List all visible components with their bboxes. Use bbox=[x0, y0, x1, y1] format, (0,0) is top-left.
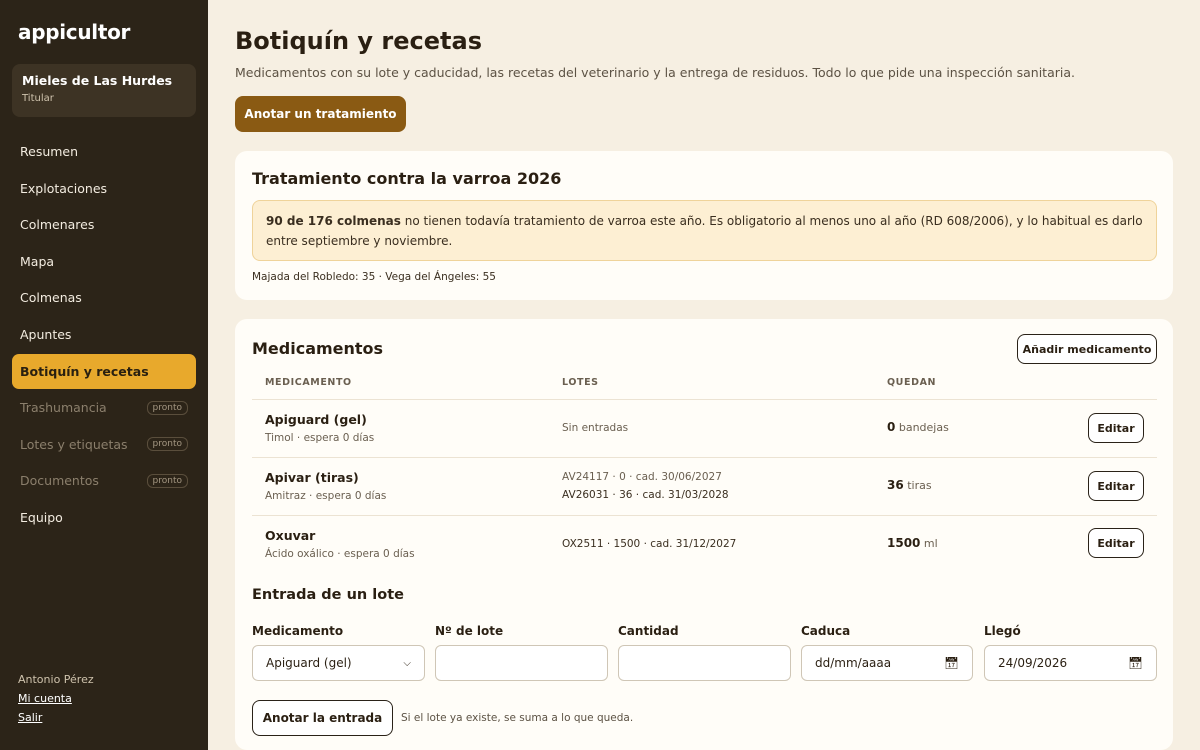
quantity-field-label: Cantidad bbox=[618, 624, 679, 638]
medicine-remaining: 0 bandejas bbox=[887, 420, 949, 434]
medicine-remaining: 36 tiras bbox=[887, 478, 932, 492]
sidebar-item-apuntes[interactable]: Apuntes bbox=[12, 317, 196, 352]
app-logo[interactable]: appicultor bbox=[18, 20, 130, 44]
coming-soon-badge: pronto bbox=[146, 400, 188, 415]
sidebar: appicultor Mieles de Las Hurdes Titular … bbox=[0, 0, 208, 750]
sidebar-item-label: Mapa bbox=[20, 253, 55, 269]
sidebar-item-botiquin[interactable]: Botiquín y recetas bbox=[12, 353, 196, 389]
remaining-unit: ml bbox=[923, 537, 938, 550]
medicine-name: Apiguard (gel) bbox=[265, 412, 367, 427]
sidebar-item-explotaciones[interactable]: Explotaciones bbox=[12, 171, 196, 206]
arrived-field-label: Llegó bbox=[984, 624, 1021, 638]
sidebar-item-label: Explotaciones bbox=[20, 180, 108, 196]
sidebar-item-label: Colmenas bbox=[20, 290, 82, 306]
sidebar-item-label: Botiquín y recetas bbox=[20, 363, 149, 379]
organization-role: Titular bbox=[22, 93, 54, 104]
lot-number-input[interactable] bbox=[435, 645, 608, 681]
edit-medicine-button[interactable]: Editar bbox=[1088, 413, 1144, 443]
remaining-quantity: 0 bbox=[887, 420, 896, 434]
varroa-title: Tratamiento contra la varroa 2026 bbox=[252, 169, 562, 188]
medicine-detail: Ácido oxálico · espera 0 días bbox=[265, 548, 415, 560]
varroa-alert: 90 de 176 colmenas no tienen todavía tra… bbox=[252, 200, 1157, 261]
user-name: Antonio Pérez bbox=[18, 673, 94, 686]
column-header-lots: LOTES bbox=[562, 377, 599, 388]
sidebar-item-label: Colmenares bbox=[20, 217, 95, 233]
table-row: Apiguard (gel) Timol · espera 0 días Sin… bbox=[252, 400, 1157, 458]
medicine-lots: Sin entradas bbox=[562, 419, 628, 437]
arrived-date-input[interactable]: 24/09/2026 📅︎ bbox=[984, 645, 1157, 681]
sidebar-item-trashumancia: Trashumancia pronto bbox=[12, 390, 196, 425]
arrived-date-value: 24/09/2026 bbox=[998, 656, 1068, 670]
lot-entry-title: Entrada de un lote bbox=[252, 587, 404, 603]
table-row: Apivar (tiras) Amitraz · espera 0 días A… bbox=[252, 458, 1157, 516]
medicine-select[interactable]: Apiguard (gel) ⌵ bbox=[252, 645, 425, 681]
edit-medicine-button[interactable]: Editar bbox=[1088, 528, 1144, 558]
lot-line: AV26031 · 36 · cad. 31/03/2028 bbox=[562, 489, 729, 501]
medicine-remaining: 1500 ml bbox=[887, 536, 938, 550]
sidebar-item-label: Documentos bbox=[20, 473, 99, 489]
lot-entry-hint: Si el lote ya existe, se suma a lo que q… bbox=[401, 712, 634, 724]
medicine-detail: Amitraz · espera 0 días bbox=[265, 490, 387, 502]
medicine-detail: Timol · espera 0 días bbox=[265, 432, 375, 444]
remaining-quantity: 36 bbox=[887, 478, 904, 492]
varroa-alert-count: 90 de 176 colmenas bbox=[266, 214, 401, 228]
sidebar-item-label: Apuntes bbox=[20, 326, 72, 342]
remaining-unit: bandejas bbox=[898, 421, 949, 434]
add-treatment-button[interactable]: Anotar un tratamiento bbox=[235, 96, 406, 132]
sidebar-item-mapa[interactable]: Mapa bbox=[12, 244, 196, 279]
varroa-breakdown: Majada del Robledo: 35 · Vega del Ángele… bbox=[252, 271, 496, 283]
my-account-link[interactable]: Mi cuenta bbox=[18, 692, 94, 705]
organization-name: Mieles de Las Hurdes bbox=[22, 73, 173, 88]
column-header-remaining: QUEDAN bbox=[887, 377, 937, 388]
calendar-icon[interactable]: 📅︎ bbox=[1128, 656, 1143, 670]
sidebar-item-label: Lotes y etiquetas bbox=[20, 436, 128, 452]
sidebar-item-lotes-etiquetas: Lotes y etiquetas pronto bbox=[12, 427, 196, 462]
lot-line: OX2511 · 1500 · cad. 31/12/2027 bbox=[562, 538, 737, 550]
chevron-down-icon: ⌵ bbox=[403, 657, 411, 669]
sidebar-item-equipo[interactable]: Equipo bbox=[12, 500, 196, 535]
remaining-unit: tiras bbox=[907, 479, 932, 492]
sidebar-item-label: Equipo bbox=[20, 509, 63, 525]
medicines-title: Medicamentos bbox=[252, 339, 384, 358]
column-header-medicine: MEDICAMENTO bbox=[265, 377, 352, 388]
medicine-lots: OX2511 · 1500 · cad. 31/12/2027 bbox=[562, 535, 736, 553]
medicine-field-label: Medicamento bbox=[252, 624, 344, 638]
medicine-name: Oxuvar bbox=[265, 528, 316, 543]
remaining-quantity: 1500 bbox=[887, 536, 921, 550]
sidebar-item-label: Trashumancia bbox=[20, 400, 107, 416]
sidebar-item-colmenas[interactable]: Colmenas bbox=[12, 280, 196, 315]
medicines-card: Medicamentos Añadir medicamento MEDICAME… bbox=[235, 319, 1173, 750]
varroa-card: Tratamiento contra la varroa 2026 90 de … bbox=[235, 151, 1173, 300]
sidebar-item-label: Resumen bbox=[20, 144, 79, 159]
submit-lot-entry-button[interactable]: Anotar la entrada bbox=[252, 700, 393, 736]
page-subtitle: Medicamentos con su lote y caducidad, la… bbox=[235, 65, 1075, 80]
medicine-select-value: Apiguard (gel) bbox=[266, 656, 352, 670]
expiry-date-input[interactable]: dd/mm/aaaa 📅︎ bbox=[801, 645, 973, 681]
lot-number-field-label: Nº de lote bbox=[435, 624, 504, 638]
calendar-icon[interactable]: 📅︎ bbox=[944, 656, 959, 670]
expiry-date-value: dd/mm/aaaa bbox=[815, 656, 892, 670]
lot-line: AV24117 · 0 · cad. 30/06/2027 bbox=[562, 471, 722, 483]
organization-switcher[interactable]: Mieles de Las Hurdes Titular bbox=[12, 64, 196, 117]
add-medicine-button[interactable]: Añadir medicamento bbox=[1017, 334, 1157, 364]
coming-soon-badge: pronto bbox=[146, 437, 188, 452]
medicine-lots: AV24117 · 0 · cad. 30/06/2027 AV26031 · … bbox=[562, 468, 729, 504]
quantity-input[interactable] bbox=[618, 645, 791, 681]
page-title: Botiquín y recetas bbox=[235, 27, 482, 55]
medicine-name: Apivar (tiras) bbox=[265, 470, 359, 485]
sidebar-item-colmenares[interactable]: Colmenares bbox=[12, 207, 196, 242]
logout-link[interactable]: Salir bbox=[18, 711, 94, 724]
edit-medicine-button[interactable]: Editar bbox=[1088, 471, 1144, 501]
lot-line: Sin entradas bbox=[562, 422, 629, 434]
coming-soon-badge: pronto bbox=[146, 473, 188, 488]
sidebar-item-resumen[interactable]: Resumen bbox=[12, 134, 196, 169]
table-row: Oxuvar Ácido oxálico · espera 0 días OX2… bbox=[252, 516, 1157, 574]
sidebar-nav: Resumen Explotaciones Colmenares Mapa Co… bbox=[12, 134, 196, 537]
sidebar-item-documentos: Documentos pronto bbox=[12, 463, 196, 498]
user-block: Antonio Pérez Mi cuenta Salir bbox=[18, 673, 94, 724]
expiry-field-label: Caduca bbox=[801, 624, 851, 638]
